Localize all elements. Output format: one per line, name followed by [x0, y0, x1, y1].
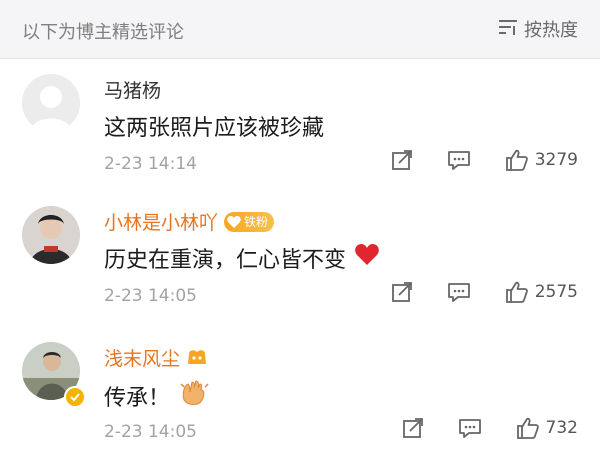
thumbs-up-icon — [505, 281, 528, 303]
comment-actions: 732 — [402, 416, 578, 440]
vip-crown-icon — [186, 348, 208, 368]
comment-item: 浅末风尘 传承！ 2-23 14:05 732 — [0, 328, 600, 448]
heart-emoji-icon — [354, 243, 380, 273]
thumbs-up-icon — [505, 149, 528, 171]
sort-by-heat-button[interactable]: 按热度 — [498, 16, 578, 42]
comment-text-content: 历史在重演，仁心皆不变 — [104, 248, 347, 273]
like-count: 732 — [545, 418, 578, 438]
verified-badge-icon — [64, 386, 86, 408]
clapping-hands-emoji-icon — [178, 378, 212, 414]
reply-button[interactable] — [447, 281, 471, 303]
comment-time: 2-23 14:05 — [104, 286, 197, 306]
commenter-name-text: 浅末风尘 — [104, 348, 181, 370]
user-avatar[interactable] — [22, 206, 80, 264]
comments-header: 以下为博主精选评论 按热度 — [0, 0, 600, 59]
share-button[interactable] — [402, 417, 424, 439]
comment-actions: 2575 — [391, 280, 578, 304]
commenter-name[interactable]: 浅末风尘 — [104, 344, 208, 371]
sort-icon — [498, 18, 518, 40]
comment-text: 传承！ — [104, 378, 212, 414]
share-icon — [391, 282, 412, 302]
header-title: 以下为博主精选评论 — [22, 22, 184, 43]
like-button[interactable]: 2575 — [505, 280, 578, 304]
comment-text: 历史在重演，仁心皆不变 — [104, 242, 380, 274]
comment-text-content: 传承！ — [104, 386, 171, 411]
share-button[interactable] — [391, 149, 413, 171]
comment-time: 2-23 14:14 — [104, 154, 197, 174]
comment-icon — [458, 419, 481, 438]
comment-text-content: 这两张照片应该被珍藏 — [104, 116, 325, 141]
like-count: 2575 — [534, 282, 578, 302]
comment-text: 这两张照片应该被珍藏 — [104, 110, 324, 142]
comment-icon — [447, 151, 470, 170]
reply-button[interactable] — [458, 417, 482, 439]
commenter-name-text: 小林是小林吖 — [104, 212, 219, 234]
like-button[interactable]: 3279 — [505, 148, 578, 172]
sort-label: 按热度 — [524, 20, 578, 41]
thumbs-up-icon — [516, 417, 539, 439]
heart-badge-icon — [227, 215, 241, 228]
comment-time: 2-23 14:05 — [104, 422, 197, 442]
default-avatar[interactable] — [22, 74, 80, 132]
commenter-name-text: 马猪杨 — [104, 80, 162, 102]
share-icon — [391, 150, 412, 170]
comment-icon — [447, 283, 470, 302]
commenter-name[interactable]: 马猪杨 — [104, 76, 161, 103]
like-count: 3279 — [534, 150, 578, 170]
comment-item: 马猪杨 这两张照片应该被珍藏 2-23 14:14 3279 — [0, 60, 600, 180]
comment-actions: 3279 — [391, 148, 578, 172]
fan-badge: 铁粉 — [224, 211, 275, 232]
share-icon — [402, 418, 423, 438]
reply-button[interactable] — [447, 149, 471, 171]
comment-item: 小林是小林吖 铁粉 历史在重演，仁心皆不变 2-23 14:05 2575 — [0, 192, 600, 312]
commenter-name[interactable]: 小林是小林吖 铁粉 — [104, 208, 275, 235]
fan-badge-label: 铁粉 — [244, 215, 269, 229]
share-button[interactable] — [391, 281, 413, 303]
like-button[interactable]: 732 — [516, 416, 578, 440]
